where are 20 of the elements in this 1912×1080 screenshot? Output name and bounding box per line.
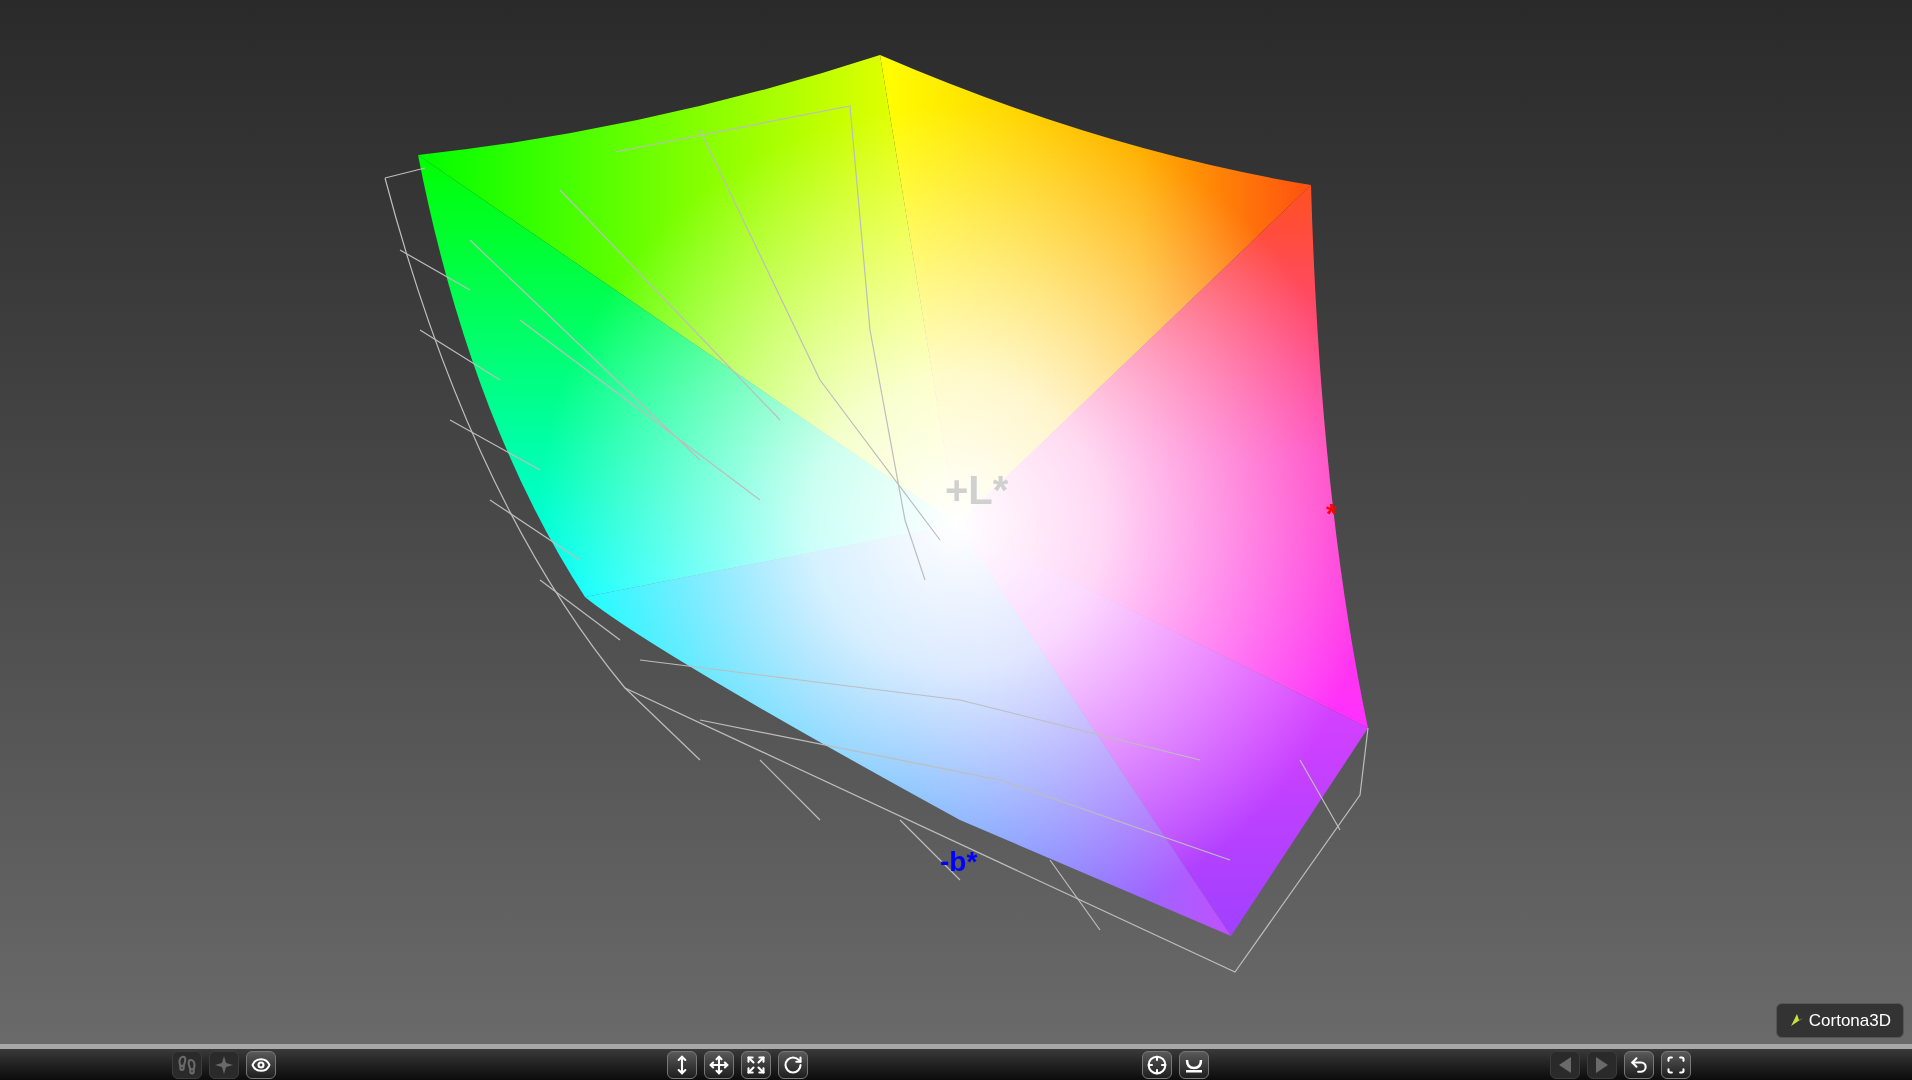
toolbar-button[interactable] bbox=[246, 1050, 276, 1079]
footprints-icon bbox=[177, 1054, 197, 1075]
toolbar-button[interactable] bbox=[1624, 1050, 1654, 1079]
toolbar-button[interactable] bbox=[1179, 1050, 1209, 1079]
toolbar-button[interactable] bbox=[1142, 1050, 1172, 1079]
toolbar-button[interactable] bbox=[778, 1050, 808, 1079]
toolbar-button[interactable] bbox=[1661, 1050, 1691, 1079]
toolbar-button[interactable] bbox=[704, 1050, 734, 1079]
fit-view-icon bbox=[1666, 1054, 1686, 1075]
undo-icon bbox=[1629, 1054, 1649, 1075]
logo-text: Cortona3D bbox=[1808, 1009, 1891, 1032]
play-icon bbox=[1594, 1055, 1610, 1074]
left-triangle-icon bbox=[1557, 1055, 1573, 1074]
crosshair-icon bbox=[1147, 1054, 1167, 1075]
move-icon bbox=[709, 1054, 729, 1075]
toolbar-button[interactable] bbox=[741, 1050, 771, 1079]
toolbar-button[interactable] bbox=[667, 1050, 697, 1079]
axis-label: -b* bbox=[940, 848, 978, 876]
rotate-icon bbox=[783, 1054, 803, 1075]
expand-arrows-icon bbox=[746, 1054, 766, 1075]
